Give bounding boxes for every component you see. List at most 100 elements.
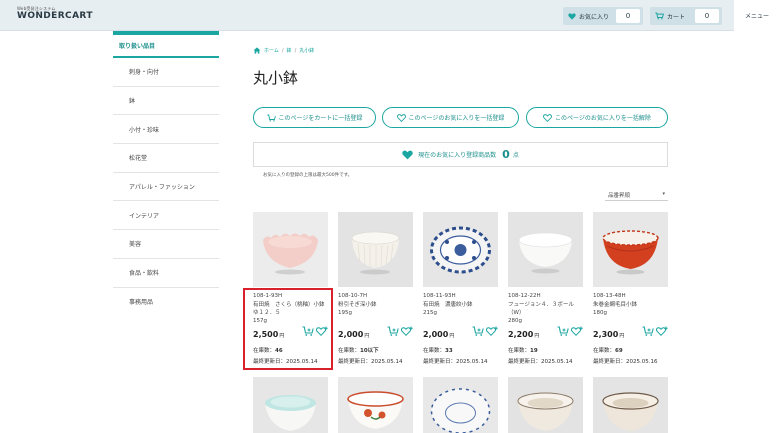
product-weight: 180g	[593, 310, 607, 316]
bowl-image	[508, 212, 583, 287]
add-to-favorites-icon[interactable]	[656, 326, 668, 337]
home-icon	[253, 47, 261, 54]
page-title: 丸小鉢	[253, 69, 299, 87]
remove-all-favorites-label: このページのお気に入りを一括解除	[555, 115, 651, 122]
product-stock: 在庫数：10以下	[338, 348, 379, 354]
product-updated: 最終更新日：2025.05.14	[423, 359, 488, 365]
bowl-image	[338, 212, 413, 287]
product-card[interactable]	[593, 377, 669, 433]
bowl-image	[593, 212, 668, 287]
cart-label: カート	[667, 13, 686, 21]
top-header: Web受発注システム WONDERCART お気に入り 0 カート 0 メニュー	[0, 0, 780, 31]
logo[interactable]: Web受発注システム WONDERCART	[17, 7, 93, 21]
product-updated: 最終更新日：2025.05.14	[338, 359, 403, 365]
favorites-summary-unit: 点	[512, 152, 519, 159]
product-image[interactable]	[508, 212, 583, 287]
product-name: 有田焼 濃唐絞小鉢	[423, 302, 473, 308]
product-image[interactable]	[253, 212, 328, 287]
product-stock: 在庫数：33	[423, 348, 453, 354]
product-price: 2,000円	[423, 330, 455, 339]
favorites-summary-count: 0	[502, 148, 510, 161]
product-stock: 在庫数：69	[593, 348, 623, 354]
bowl-image	[593, 377, 668, 433]
logo-name: WONDERCART	[17, 11, 93, 21]
remove-all-favorites-button[interactable]: このページのお気に入りを一括解除	[526, 107, 668, 128]
product-name: フュージョン４．３ボール（W）	[508, 302, 574, 316]
product-code: 108-10-7H	[338, 293, 368, 299]
sidebar-item[interactable]: アパレル・ファッション	[113, 173, 219, 202]
breadcrumb-level1[interactable]: 鉢	[287, 47, 292, 54]
product-stock: 在庫数：19	[508, 348, 538, 354]
add-to-cart-icon[interactable]	[387, 326, 399, 337]
bowl-image	[253, 212, 328, 287]
breadcrumb: ホーム / 鉢 / 丸小鉢	[253, 47, 314, 54]
product-image[interactable]	[338, 377, 413, 433]
product-name: 粉引そぎ深小鉢	[338, 302, 377, 308]
sidebar-item[interactable]: インテリア	[113, 201, 219, 231]
add-all-to-favorites-button[interactable]: このページのお気に入りを一括登録	[382, 107, 519, 128]
product-code: 108-12-22H	[508, 293, 541, 299]
heart-outline-icon	[543, 113, 552, 122]
sort-select[interactable]: 品番昇順 ▾	[605, 189, 668, 201]
category-sidebar: 取り扱い品目 刺身・向付 鉢 小付・珍味 松花堂 アパレル・ファッション インテ…	[113, 31, 219, 316]
favorites-button[interactable]: お気に入り 0	[563, 7, 643, 25]
product-weight: 215g	[423, 310, 437, 316]
favorites-summary-label: 現在のお気に入り登録商品数	[418, 152, 497, 159]
chevron-down-icon: ▾	[662, 191, 665, 197]
sidebar-item[interactable]: 松花堂	[113, 144, 219, 173]
product-price: 2,200円	[508, 330, 540, 339]
favorites-summary: 現在のお気に入り登録商品数 0 点	[253, 142, 668, 167]
cart-count: 0	[695, 9, 719, 23]
product-image[interactable]	[423, 377, 498, 433]
add-to-favorites-icon[interactable]	[486, 326, 498, 337]
add-all-to-cart-label: このページをカートに一括登録	[278, 115, 363, 122]
sidebar-item[interactable]: 美容	[113, 230, 219, 259]
add-to-cart-icon[interactable]	[557, 326, 569, 337]
cart-plus-icon	[266, 114, 276, 121]
sidebar-item[interactable]: 刺身・向付	[113, 58, 219, 87]
product-code: 108-11-93H	[423, 293, 456, 299]
cart-button[interactable]: カート 0	[650, 7, 722, 25]
product-weight: 280g	[508, 318, 522, 324]
favorites-count: 0	[616, 9, 640, 23]
product-weight: 195g	[338, 310, 352, 316]
product-updated: 最終更新日：2025.05.14	[508, 359, 573, 365]
cart-icon	[655, 12, 664, 20]
product-card[interactable]	[338, 377, 414, 433]
heart-icon	[402, 150, 413, 159]
product-image[interactable]	[593, 377, 668, 433]
add-to-cart-icon[interactable]	[642, 326, 654, 337]
menu-button[interactable]: メニュー	[734, 0, 780, 31]
product-card[interactable]	[423, 377, 499, 433]
add-to-favorites-icon[interactable]	[401, 326, 413, 337]
product-card[interactable]: 108-11-93H 有田焼 濃唐絞小鉢 215g 2,000円 在庫数：33 …	[423, 212, 499, 365]
product-image[interactable]	[508, 377, 583, 433]
add-all-to-favorites-label: このページのお気に入りを一括登録	[408, 115, 505, 122]
favorites-limit-note: お気に入りの登録の上限は最大500件です。	[263, 173, 353, 178]
product-image[interactable]	[593, 212, 668, 287]
add-to-cart-icon[interactable]	[472, 326, 484, 337]
sidebar-item[interactable]: 食品・飲料	[113, 259, 219, 288]
product-image[interactable]	[423, 212, 498, 287]
product-card[interactable]	[253, 377, 329, 433]
product-card[interactable]: 108-12-22H フュージョン４．３ボール（W） 280g 2,200円 在…	[508, 212, 584, 365]
product-card[interactable]: 108-13-48H 朱巻金網毛目小鉢 180g 2,300円 在庫数：69 最…	[593, 212, 669, 365]
sidebar-item[interactable]: 事務用品	[113, 288, 219, 317]
bowl-image	[423, 212, 498, 287]
sidebar-item[interactable]: 鉢	[113, 87, 219, 116]
product-image[interactable]	[338, 212, 413, 287]
breadcrumb-home[interactable]: ホーム	[264, 47, 279, 54]
sidebar-item[interactable]: 小付・珍味	[113, 115, 219, 145]
bowl-image	[253, 377, 328, 433]
add-all-to-cart-button[interactable]: このページをカートに一括登録	[253, 107, 376, 128]
product-image[interactable]	[253, 377, 328, 433]
favorites-label: お気に入り	[579, 13, 610, 21]
heart-outline-icon	[396, 113, 406, 122]
bowl-image	[508, 377, 583, 433]
heart-icon	[568, 12, 576, 20]
bowl-image	[423, 377, 498, 433]
product-card[interactable]	[508, 377, 584, 433]
add-to-favorites-icon[interactable]	[571, 326, 583, 337]
product-card[interactable]: 108-10-7H 粉引そぎ深小鉢 195g 2,000円 在庫数：10以下 最…	[338, 212, 414, 365]
sort-selected-value: 品番昇順	[608, 192, 631, 199]
